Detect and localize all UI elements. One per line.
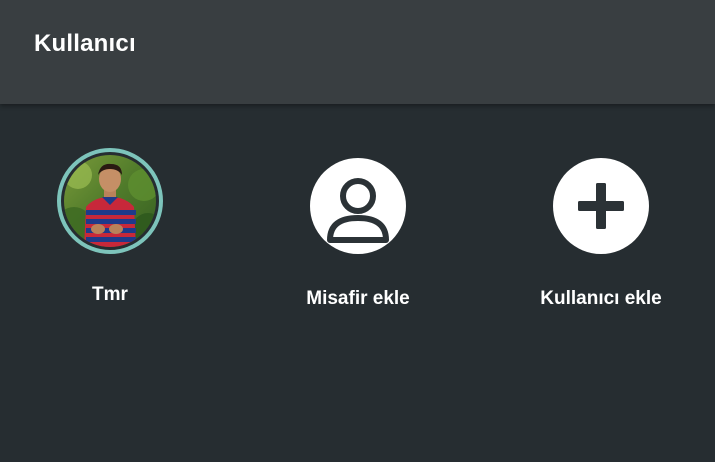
person-icon bbox=[310, 158, 406, 254]
user-name-label: Tmr bbox=[92, 284, 128, 305]
page-title: Kullanıcı bbox=[34, 30, 136, 57]
plus-icon bbox=[553, 158, 649, 254]
add-user-label: Kullanıcı ekle bbox=[540, 288, 662, 309]
add-guest-label: Misafir ekle bbox=[306, 288, 410, 309]
active-user-ring bbox=[57, 148, 163, 254]
user-photo-avatar bbox=[64, 155, 156, 247]
user-switcher-panel: Kullanıcı Tmr Misafir ekle Kullanıcı ekl… bbox=[0, 0, 715, 462]
header-bar: Kullanıcı bbox=[0, 0, 715, 104]
add-guest-button[interactable]: Misafir ekle bbox=[258, 148, 458, 310]
user-tile-current[interactable]: Tmr bbox=[10, 148, 210, 306]
add-user-button[interactable]: Kullanıcı ekle bbox=[501, 148, 701, 310]
